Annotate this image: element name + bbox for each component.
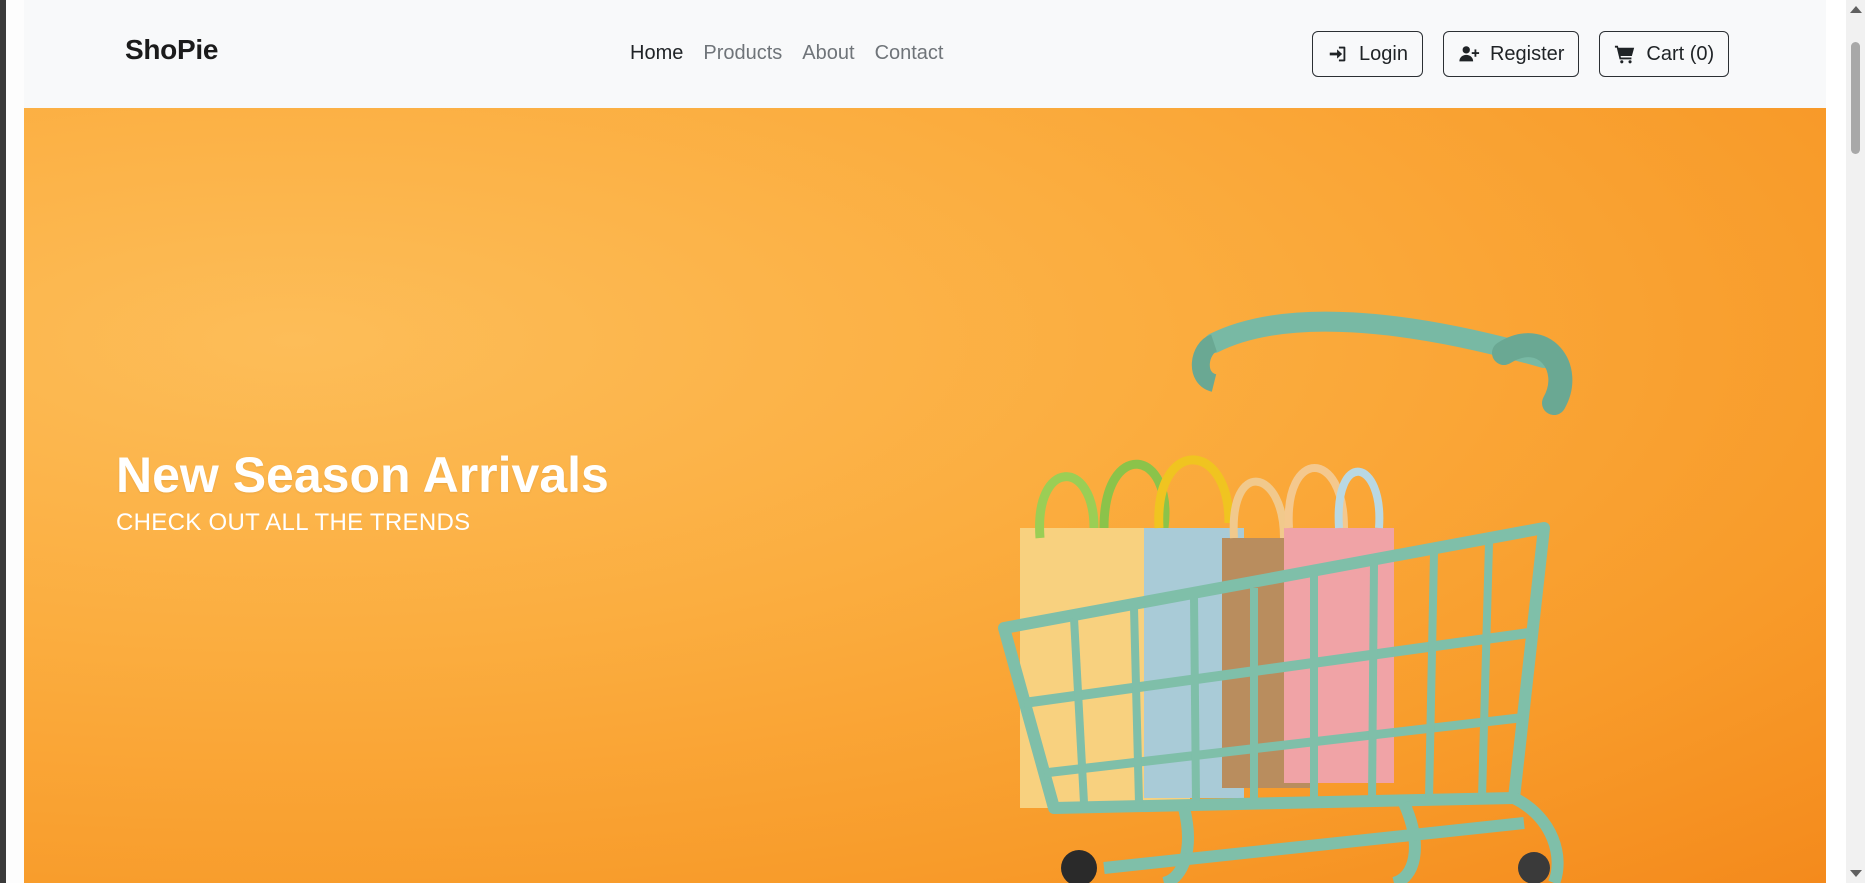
navbar: ShoPie Home Products About Contact Login… <box>24 0 1826 109</box>
register-button[interactable]: Register <box>1442 31 1580 77</box>
sign-in-icon <box>1327 43 1349 65</box>
hero-banner: New Season Arrivals CHECK OUT ALL THE TR… <box>24 108 1826 883</box>
nav-link-home[interactable]: Home <box>620 42 693 65</box>
login-label: Login <box>1359 42 1408 65</box>
brand-logo[interactable]: ShoPie <box>125 34 218 66</box>
nav-buttons: Login Register Cart (0) <box>1312 31 1730 77</box>
cart-button[interactable]: Cart (0) <box>1599 31 1730 77</box>
user-plus-icon <box>1458 43 1480 65</box>
page-gutter <box>6 0 24 883</box>
shopping-cart-illustration <box>998 311 1573 883</box>
hero-title: New Season Arrivals <box>116 447 609 503</box>
login-button[interactable]: Login <box>1312 31 1423 77</box>
scroll-thumb[interactable] <box>1851 42 1860 154</box>
nav-links: Home Products About Contact <box>620 42 954 65</box>
nav-link-contact[interactable]: Contact <box>865 42 954 65</box>
hero-subtitle: CHECK OUT ALL THE TRENDS <box>116 509 471 536</box>
scroll-down-arrow-icon[interactable] <box>1850 870 1862 877</box>
cart-label: Cart (0) <box>1646 42 1715 65</box>
register-label: Register <box>1489 42 1565 65</box>
nav-link-products[interactable]: Products <box>693 42 792 65</box>
vertical-scrollbar[interactable] <box>1846 0 1865 883</box>
scroll-up-arrow-icon[interactable] <box>1850 6 1862 13</box>
nav-link-about[interactable]: About <box>792 42 864 65</box>
shopping-cart-icon <box>1614 43 1636 65</box>
